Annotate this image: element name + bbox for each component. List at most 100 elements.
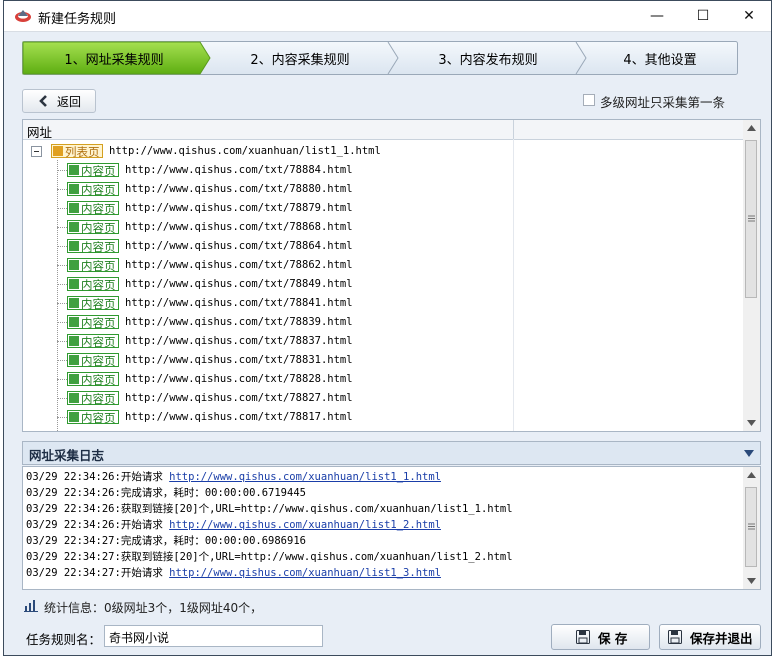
step-content-rules[interactable]: 2、内容采集规则	[208, 41, 392, 75]
scrollbar-thumb[interactable]	[745, 487, 757, 567]
content-page-tag-label: 内容页	[81, 392, 116, 406]
tree-child-row[interactable]: 内容页 http://www.qishus.com/txt/78841.html	[23, 294, 513, 313]
content-url: http://www.qishus.com/txt/78831.html	[125, 354, 353, 366]
step-other-settings[interactable]: 4、其他设置	[582, 41, 738, 75]
content-page-tag: 内容页	[67, 201, 119, 216]
content-page-tag: 内容页	[67, 334, 119, 349]
page-icon	[69, 355, 79, 365]
tree-connector-branch	[57, 303, 67, 304]
tree-child-row[interactable]: 内容页 http://www.qishus.com/txt/78849.html	[23, 275, 513, 294]
scroll-down-icon[interactable]	[747, 578, 756, 584]
tree-child-row[interactable]: 内容页 http://www.qishus.com/txt/78868.html	[23, 218, 513, 237]
url-tree-scrollbar[interactable]	[743, 120, 760, 431]
content-page-tag: 内容页	[67, 277, 119, 292]
close-icon: ✕	[743, 8, 755, 24]
tree-connector-branch	[57, 208, 67, 209]
back-button-label: 返回	[57, 94, 82, 109]
tree-child-row[interactable]: 内容页 http://www.qishus.com/txt/78880.html	[23, 180, 513, 199]
step-label: 3、内容发布规则	[438, 52, 538, 68]
content-url: http://www.qishus.com/txt/78862.html	[125, 259, 353, 271]
multi-level-first-only-checkbox[interactable]	[583, 94, 595, 106]
tree-connector-branch	[57, 170, 67, 171]
tree-child-row[interactable]: 内容页 http://www.qishus.com/txt/78828.html	[23, 370, 513, 389]
page-icon	[69, 241, 79, 251]
content-page-tag: 内容页	[67, 163, 119, 178]
log-line: 03/29 22:34:26:开始请求 http://www.qishus.co…	[26, 469, 441, 485]
minimize-button[interactable]: —	[634, 1, 680, 31]
tree-child-row[interactable]: 内容页 http://www.qishus.com/txt/78827.html	[23, 389, 513, 408]
content-page-tag: 内容页	[67, 182, 119, 197]
page-icon	[69, 203, 79, 213]
scroll-down-icon[interactable]	[747, 420, 756, 426]
tree-root-row[interactable]: 列表页 http://www.qishus.com/xuanhuan/list1…	[23, 142, 513, 161]
log-url-link[interactable]: http://www.qishus.com/xuanhuan/list1_3.h…	[169, 567, 441, 579]
page-icon	[69, 184, 79, 194]
list-page-tag-label: 列表页	[65, 145, 100, 159]
step-label: 1、网址采集规则	[64, 52, 164, 68]
scroll-up-icon[interactable]	[747, 125, 756, 131]
tree-child-row[interactable]: 内容页 http://www.qishus.com/txt/78864.html	[23, 237, 513, 256]
tree-child-row[interactable]: 内容页 http://www.qishus.com/txt/78862.html	[23, 256, 513, 275]
log-timestamp: 03/29 22:34:27:	[26, 535, 121, 547]
log-scrollbar[interactable]	[743, 467, 760, 589]
tree-connector-branch	[57, 322, 67, 323]
url-tree-panel[interactable]: 网址 列表页 http://www.qishus.com/xuanhuan/li…	[22, 119, 761, 432]
multi-level-first-only-label: 多级网址只采集第一条	[600, 95, 726, 110]
tree-child-row[interactable]: 内容页 http://www.qishus.com/txt/78879.html	[23, 199, 513, 218]
scrollbar-thumb[interactable]	[745, 140, 757, 298]
content-page-tag: 内容页	[67, 372, 119, 387]
tree-connector-branch	[57, 246, 67, 247]
content-page-tag: 内容页	[67, 239, 119, 254]
grip-icon	[748, 523, 755, 530]
tree-connector-branch	[57, 227, 67, 228]
rule-name-input[interactable]: 奇书网小说	[104, 625, 323, 647]
back-button[interactable]: 返回	[22, 89, 96, 113]
log-url-link[interactable]: http://www.qishus.com/xuanhuan/list1_2.h…	[169, 519, 441, 531]
maximize-button[interactable]: ☐	[680, 1, 726, 31]
content-page-tag-label: 内容页	[81, 183, 116, 197]
save-and-exit-button-label: 保存并退出	[690, 630, 753, 646]
grip-icon	[748, 215, 755, 222]
step-label: 4、其他设置	[623, 52, 697, 68]
content-page-tag: 内容页	[67, 258, 119, 273]
tree-child-row[interactable]: 内容页 http://www.qishus.com/txt/78839.html	[23, 313, 513, 332]
log-message: 获取到链接[20]个,URL=http://www.qishus.com/xua…	[120, 551, 513, 563]
save-button[interactable]: 保 存	[551, 624, 650, 650]
content-url: http://www.qishus.com/txt/78849.html	[125, 278, 353, 290]
tree-child-row[interactable]: 内容页 http://www.qishus.com/txt/78837.html	[23, 332, 513, 351]
step-url-rules[interactable]: 1、网址采集规则	[22, 41, 206, 75]
log-line: 03/29 22:34:26:开始请求 http://www.qishus.co…	[26, 517, 441, 533]
list-page-tag: 列表页	[51, 144, 103, 159]
step-publish-rules[interactable]: 3、内容发布规则	[396, 41, 580, 75]
page-icon	[69, 279, 79, 289]
content-url: http://www.qishus.com/txt/78839.html	[125, 316, 353, 328]
scroll-up-icon[interactable]	[747, 472, 756, 478]
page-icon	[69, 165, 79, 175]
content-url: http://www.qishus.com/txt/78837.html	[125, 335, 353, 347]
log-panel-header[interactable]: 网址采集日志	[22, 441, 761, 465]
save-and-exit-button[interactable]: 保存并退出	[659, 624, 761, 650]
rule-name-label: 任务规则名：	[26, 632, 102, 647]
log-line: 03/29 22:34:27:开始请求 http://www.qishus.co…	[26, 565, 441, 581]
page-icon	[69, 317, 79, 327]
log-line: 03/29 22:34:26:完成请求，耗时：00:00:00.6719445	[26, 485, 306, 501]
content-page-tag: 内容页	[67, 220, 119, 235]
log-message: 开始请求	[120, 519, 170, 531]
tree-child-row[interactable]: 内容页 http://www.qishus.com/txt/78817.html	[23, 408, 513, 427]
maximize-icon: ☐	[696, 8, 710, 24]
log-panel[interactable]: 03/29 22:34:26: 开始请求 http://www.qishus.co…	[22, 466, 761, 590]
dropdown-arrow-icon[interactable]	[744, 450, 754, 457]
close-button[interactable]: ✕	[726, 1, 772, 31]
log-timestamp: 03/29 22:34:26:	[26, 503, 121, 515]
log-message: 完成请求，耗时：00:00:00.6719445	[120, 487, 306, 499]
tree-child-row[interactable]: 内容页 http://www.qishus.com/txt/78831.html	[23, 351, 513, 370]
log-timestamp: 03/29 22:34:26:	[26, 487, 121, 499]
collapse-icon[interactable]	[31, 146, 42, 157]
stats-text: 统计信息：0级网址3个，1级网址40个，	[44, 601, 263, 615]
content-url: http://www.qishus.com/txt/78841.html	[125, 297, 353, 309]
content-page-tag-label: 内容页	[81, 259, 116, 273]
tree-child-row[interactable]: 内容页 http://www.qishus.com/txt/78884.html	[23, 161, 513, 180]
page-icon	[69, 412, 79, 422]
log-url-link[interactable]: http://www.qishus.com/xuanhuan/list1_1.h…	[169, 471, 441, 483]
save-icon	[576, 630, 590, 644]
